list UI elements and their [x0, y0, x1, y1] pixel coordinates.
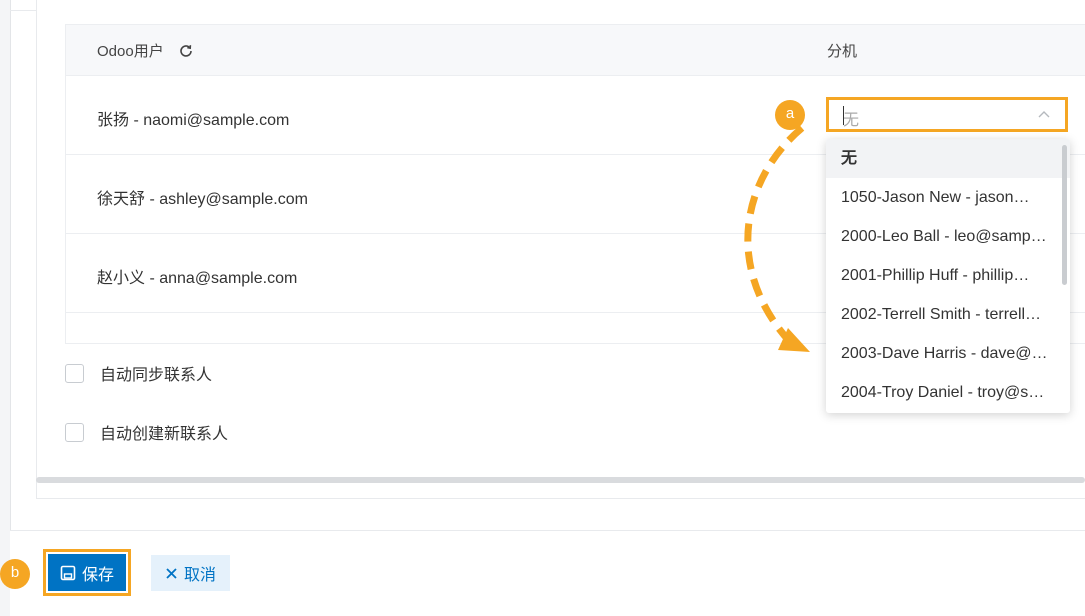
dropdown-option[interactable]: 2004-Troy Daniel - troy@s… — [826, 373, 1070, 412]
column-odoo-user: Odoo用户 — [97, 40, 194, 61]
annotation-marker-a: a — [775, 100, 805, 130]
dropdown-option[interactable]: 2000-Leo Ball - leo@samp… — [826, 217, 1070, 256]
cancel-button-label: 取消 — [183, 567, 216, 584]
close-icon — [166, 567, 177, 579]
column-extension: 分机 — [827, 43, 858, 60]
auto-create-option[interactable]: 自动创建新联系人 — [65, 420, 228, 444]
refresh-icon[interactable] — [178, 43, 194, 59]
auto-sync-option[interactable]: 自动同步联系人 — [65, 361, 212, 385]
save-button-label: 保存 — [81, 566, 114, 584]
horizontal-scrollbar[interactable] — [36, 477, 1085, 483]
auto-sync-label: 自动同步联系人 — [100, 367, 213, 384]
row-user-label: 张扬 - naomi@sample.com — [97, 112, 290, 129]
left-rail — [0, 0, 11, 616]
save-button[interactable]: 保存 — [48, 554, 126, 591]
dropdown-option[interactable]: 无 — [826, 139, 1070, 178]
auto-create-label: 自动创建新联系人 — [100, 426, 229, 443]
dropdown-option[interactable]: 1050-Jason New - jason… — [826, 178, 1070, 217]
cancel-button[interactable]: 取消 — [151, 555, 230, 591]
extension-select[interactable]: 无 — [826, 97, 1068, 132]
extension-select-value: 无 — [843, 112, 860, 129]
dropdown-option[interactable]: 2001-Phillip Huff - phillip… — [826, 256, 1070, 295]
annotation-arrow — [744, 125, 810, 352]
table-header: Odoo用户 分机 — [66, 25, 1085, 76]
column-odoo-user-label: Odoo用户 — [97, 43, 164, 60]
annotation-marker-b: b — [0, 559, 30, 589]
extension-dropdown: 无 1050-Jason New - jason… 2000-Leo Ball … — [826, 139, 1070, 413]
auto-sync-checkbox[interactable] — [65, 363, 84, 383]
row-user-label: 赵小义 - anna@sample.com — [97, 270, 298, 287]
dropdown-option[interactable]: 2003-Dave Harris - dave@… — [826, 334, 1070, 373]
save-icon — [60, 565, 76, 580]
dropdown-scrollbar[interactable] — [1062, 145, 1067, 285]
chevron-up-icon[interactable] — [1037, 108, 1051, 122]
row-user-label: 徐天舒 - ashley@sample.com — [97, 191, 308, 208]
auto-create-checkbox[interactable] — [65, 422, 84, 442]
text-cursor — [843, 106, 844, 125]
dropdown-option[interactable]: 2002-Terrell Smith - terrell… — [826, 295, 1070, 334]
